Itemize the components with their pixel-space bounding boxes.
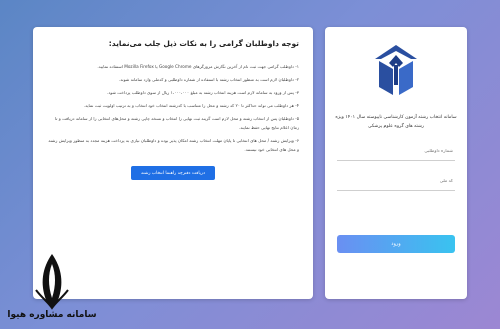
notice-title: توجه داوطلبان گرامی را به نکات ذیل جلب م… (108, 39, 299, 48)
login-button[interactable]: ورود (337, 235, 455, 253)
notice-item-6: ۶- ویرایش رشته / محل های انتخابی تا پایا… (48, 138, 299, 152)
quill-icon (35, 254, 69, 310)
notice-item-3: ۳- پس از ورود به سامانه لازم است هزینه ا… (107, 90, 299, 95)
notice-item-4: ۴- هر داوطلب می تواند حداکثر تا ۲۰ کد رش… (83, 103, 299, 108)
watermark-text: سامانه مشاوره هیوا (7, 310, 97, 320)
national-code-field[interactable] (337, 173, 455, 191)
download-guide-button[interactable]: دریافت دفترچه راهنما انتخاب رشته (131, 166, 215, 180)
azad-university-logo-icon (371, 43, 421, 97)
notice-item-2: ۲- داوطلبان لازم است به منظور انتخاب رشت… (118, 77, 299, 82)
login-description: سامانه انتخاب رشته آزمون کارشناسی ناپیوس… (335, 115, 457, 129)
notice-item-5: ۵- داوطلبان پس از انتخاب رشته و محل لازم… (54, 116, 299, 130)
candidate-number-field[interactable] (337, 143, 455, 161)
watermark: سامانه مشاوره هیوا (2, 250, 102, 328)
login-card: سامانه انتخاب رشته آزمون کارشناسی ناپیوس… (325, 27, 467, 299)
notice-list: ۱- داوطلب گرامی جهت ثبت نام از آخرین نگا… (47, 62, 299, 154)
notice-item-1: ۱- داوطلب گرامی جهت ثبت نام از آخرین نگا… (97, 64, 299, 69)
